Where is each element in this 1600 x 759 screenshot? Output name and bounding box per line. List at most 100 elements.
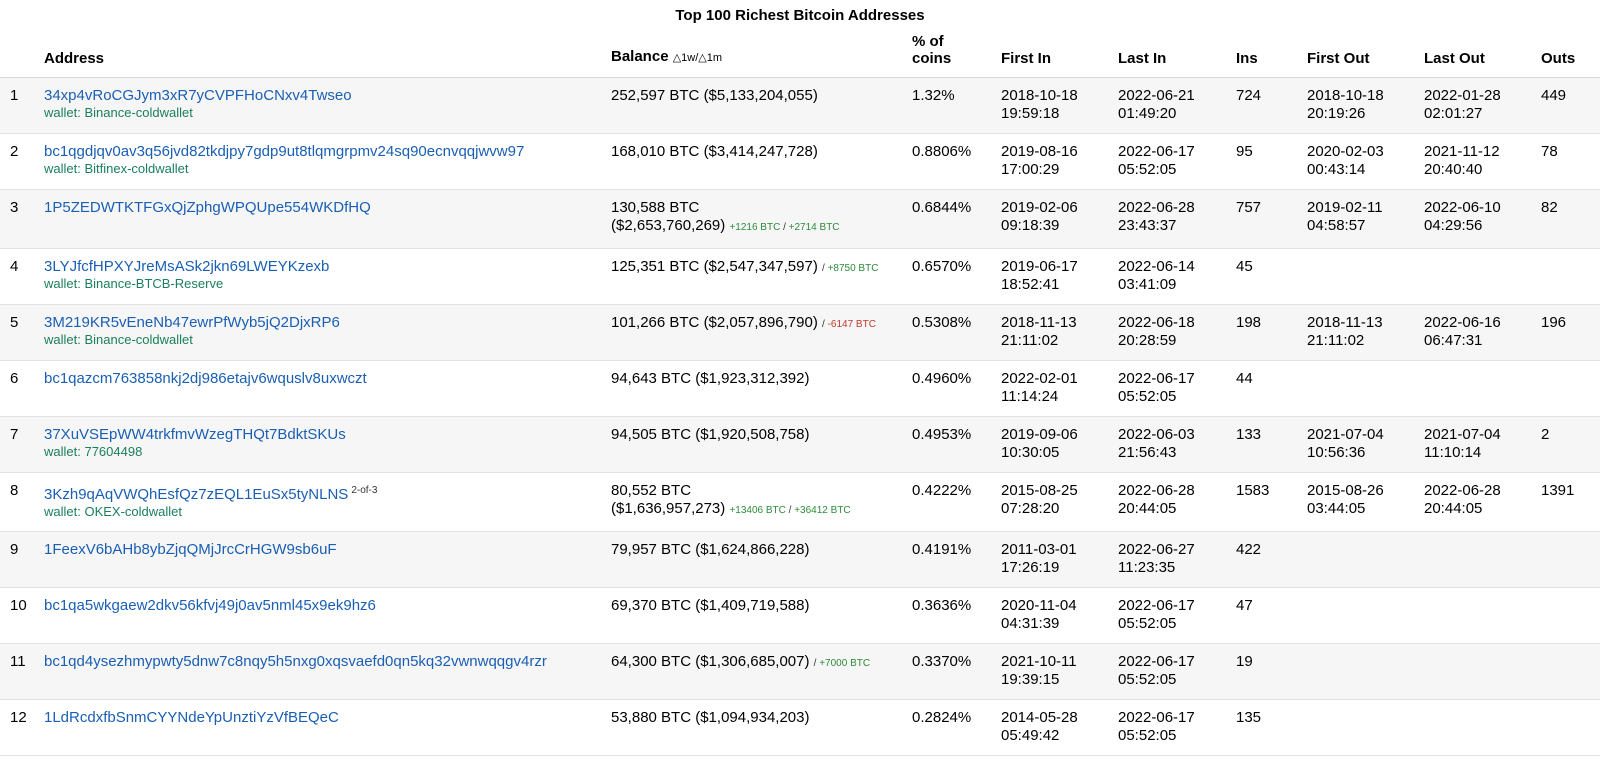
balance-cell: 252,597 BTC ($5,133,204,055)	[607, 77, 908, 134]
first-in-cell: 2020-11-04 04:31:39	[997, 587, 1114, 644]
rank-cell: 9	[0, 531, 40, 588]
col-first-in[interactable]: First In	[997, 33, 1114, 78]
last-out-time: 02:01:27	[1424, 105, 1483, 122]
last-out-cell	[1420, 587, 1537, 644]
last-in-cell: 2022-06-28 23:43:37	[1114, 189, 1232, 249]
address-cell: bc1qgdjqv0av3q56jvd82tkdjpy7gdp9ut8tlqmg…	[40, 133, 607, 190]
last-in-date: 2022-06-17	[1118, 653, 1195, 670]
address-link[interactable]: 34xp4vRoCGJym3xR7yCVPFHoCNxv4Twseo	[44, 87, 352, 104]
col-first-out[interactable]: First Out	[1303, 33, 1420, 78]
last-in-time: 20:28:59	[1118, 332, 1177, 349]
col-ins[interactable]: Ins	[1232, 33, 1303, 78]
last-out-time: 04:29:56	[1424, 217, 1483, 234]
col-last-out[interactable]: Last Out	[1420, 33, 1537, 78]
first-out-cell: 2015-08-26 03:44:05	[1303, 472, 1420, 532]
last-in-date: 2022-06-28	[1118, 482, 1195, 499]
delta-separator: /	[780, 222, 789, 233]
wallet-label: wallet: Bitfinex-coldwallet	[44, 161, 189, 176]
balance-btc: 101,266 BTC	[611, 314, 700, 331]
col-address[interactable]: Address	[40, 33, 607, 78]
outs-cell	[1537, 699, 1600, 756]
balance-cell: 79,957 BTC ($1,624,866,228)	[607, 531, 908, 588]
first-in-cell: 2011-03-01 17:26:19	[997, 531, 1114, 588]
first-out-cell	[1303, 587, 1420, 644]
first-in-time: 09:18:39	[1001, 217, 1060, 234]
delta-1w: +1216 BTC	[729, 222, 781, 233]
first-out-cell: 2018-11-13 21:11:02	[1303, 304, 1420, 361]
address-link[interactable]: 37XuVSEpWW4trkfmvWzegTHQt7BdktSKUs	[44, 426, 346, 443]
balance-cell: 168,010 BTC ($3,414,247,728)	[607, 133, 908, 190]
table-row: 7 37XuVSEpWW4trkfmvWzegTHQt7BdktSKUs wal…	[0, 416, 1600, 473]
ins-cell: 44	[1232, 360, 1303, 417]
pct-coins-cell: 0.4191%	[908, 531, 997, 588]
delta-1m: +2714 BTC	[788, 222, 840, 233]
pct-coins-cell: 0.8806%	[908, 133, 997, 190]
address-cell: 1LdRcdxfbSnmCYYNdeYpUnztiYzVfBEQeC	[40, 699, 607, 756]
last-out-cell: 2022-06-16 06:47:31	[1420, 304, 1537, 361]
col-last-in[interactable]: Last In	[1114, 33, 1232, 78]
address-link[interactable]: bc1qazcm763858nkj2dj986etajv6wquslv8uxwc…	[44, 370, 367, 387]
first-in-time: 05:49:42	[1001, 727, 1060, 744]
address-link[interactable]: 1FeexV6bAHb8ybZjqQMjJrcCrHGW9sb6uF	[44, 541, 337, 558]
first-in-date: 2020-11-04	[1001, 597, 1077, 614]
last-in-date: 2022-06-18	[1118, 314, 1195, 331]
last-out-date: 2022-06-28	[1424, 482, 1501, 499]
first-in-time: 11:14:24	[1001, 388, 1059, 405]
address-link[interactable]: bc1qgdjqv0av3q56jvd82tkdjpy7gdp9ut8tlqmg…	[44, 143, 524, 160]
last-in-cell: 2022-06-17 05:52:05	[1114, 360, 1232, 417]
table-row: 1 34xp4vRoCGJym3xR7yCVPFHoCNxv4Twseo wal…	[0, 77, 1600, 134]
col-balance-delta[interactable]: △1w/△1m	[673, 52, 722, 64]
col-rank	[0, 33, 40, 78]
address-link[interactable]: 1P5ZEDWTKTFGxQjZphgWPQUpe554WKDfHQ	[44, 199, 371, 216]
address-link[interactable]: 3M219KR5vEneNb47ewrPfWyb5jQ2DjxRP6	[44, 314, 340, 331]
first-out-cell	[1303, 360, 1420, 417]
last-out-date: 2022-06-16	[1424, 314, 1501, 331]
ins-cell: 1583	[1232, 472, 1303, 532]
balance-usd: ($5,133,204,055)	[703, 87, 818, 104]
address-cell: 3LYJfcfHPXYJreMsASk2jkn69LWEYKzexb walle…	[40, 248, 607, 305]
outs-cell: 78	[1537, 133, 1600, 190]
address-link[interactable]: 1LdRcdxfbSnmCYYNdeYpUnztiYzVfBEQeC	[44, 709, 339, 726]
col-pct-coins[interactable]: % of coins	[908, 33, 997, 78]
rich-list-table: Address Balance △1w/△1m % of coins First …	[0, 33, 1600, 756]
last-in-date: 2022-06-17	[1118, 143, 1195, 160]
ins-cell: 135	[1232, 699, 1303, 756]
rank-cell: 5	[0, 304, 40, 361]
table-row: 6 bc1qazcm763858nkj2dj986etajv6wquslv8ux…	[0, 360, 1600, 417]
table-row: 5 3M219KR5vEneNb47ewrPfWyb5jQ2DjxRP6 wal…	[0, 304, 1600, 361]
balance-btc: 80,552 BTC	[611, 482, 692, 499]
first-out-time: 00:43:14	[1307, 161, 1366, 178]
pct-coins-cell: 0.6570%	[908, 248, 997, 305]
rank-cell: 8	[0, 472, 40, 532]
first-out-date: 2020-02-03	[1307, 143, 1384, 160]
address-link[interactable]: bc1qa5wkgaew2dkv56kfvj49j0av5nml45x9ek9h…	[44, 597, 376, 614]
balance-usd: ($3,414,247,728)	[703, 143, 818, 160]
balance-btc: 94,643 BTC	[611, 370, 692, 387]
first-in-time: 19:59:18	[1001, 105, 1060, 122]
last-out-time: 11:10:14	[1424, 444, 1482, 461]
last-in-time: 23:43:37	[1118, 217, 1177, 234]
rank-cell: 7	[0, 416, 40, 473]
ins-cell: 422	[1232, 531, 1303, 588]
first-in-time: 21:11:02	[1001, 332, 1059, 349]
last-out-cell: 2022-01-28 02:01:27	[1420, 77, 1537, 134]
last-in-date: 2022-06-17	[1118, 597, 1195, 614]
address-link[interactable]: 3Kzh9qAqVWQhEsfQz7zEQL1EuSx5tyNLNS	[44, 486, 348, 503]
ins-cell: 133	[1232, 416, 1303, 473]
balance-usd: ($1,094,934,203)	[695, 709, 810, 726]
balance-btc: 168,010 BTC	[611, 143, 700, 160]
table-row: 4 3LYJfcfHPXYJreMsASk2jkn69LWEYKzexb wal…	[0, 248, 1600, 305]
rank-cell: 11	[0, 643, 40, 700]
balance-btc: 79,957 BTC	[611, 541, 692, 558]
address-link[interactable]: 3LYJfcfHPXYJreMsASk2jkn69LWEYKzexb	[44, 258, 329, 275]
first-out-time: 20:19:26	[1307, 105, 1366, 122]
address-link[interactable]: bc1qd4ysezhmypwty5dnw7c8nqy5h5nxg0xqsvae…	[44, 653, 547, 670]
address-cell: bc1qazcm763858nkj2dj986etajv6wquslv8uxwc…	[40, 360, 607, 417]
last-out-cell: 2021-11-12 20:40:40	[1420, 133, 1537, 190]
last-out-cell	[1420, 531, 1537, 588]
last-in-cell: 2022-06-03 21:56:43	[1114, 416, 1232, 473]
col-balance[interactable]: Balance △1w/△1m	[607, 33, 908, 78]
first-in-cell: 2021-10-11 19:39:15	[997, 643, 1114, 700]
col-outs[interactable]: Outs	[1537, 33, 1600, 78]
last-in-cell: 2022-06-28 20:44:05	[1114, 472, 1232, 532]
